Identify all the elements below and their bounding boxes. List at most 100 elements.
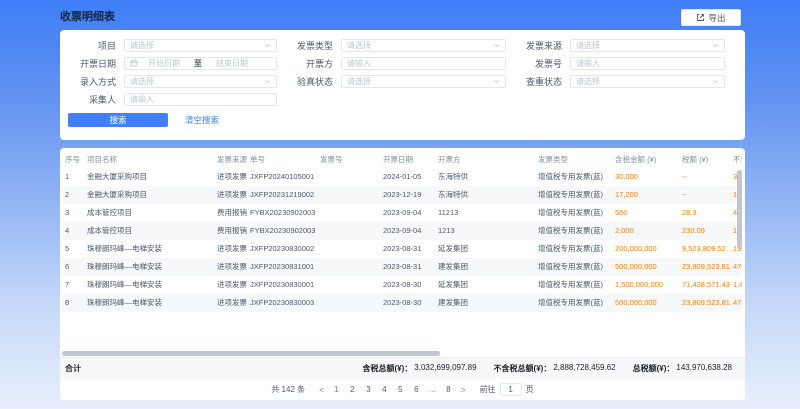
invoice-no-input[interactable]: 请输入 — [570, 57, 725, 70]
table-row[interactable]: 5珠穆朗玛峰—电梯安装进项发票JXFP202308300022023-08-31… — [62, 240, 742, 258]
table-cell: 5 — [62, 244, 87, 254]
horizontal-scrollbar[interactable] — [62, 351, 440, 356]
table-cell: 金融大厦采购项目 — [87, 190, 217, 200]
table-cell: 200,000,000 — [615, 244, 682, 254]
table-cell: 延发集团 — [438, 280, 538, 290]
pagination-next-button[interactable]: > — [456, 385, 469, 395]
table-cell: FYBX20230902003 — [250, 226, 320, 236]
summary-item: 含税总额(¥)：3,032,699,097.89 — [362, 363, 476, 374]
project-label: 项目 — [60, 39, 116, 52]
table-header-row: 序号项目名称发票来源单号发票号开票日期开票方发票类型含税金额 (¥)税额 (¥)… — [62, 151, 742, 168]
pagination-page[interactable]: 3 — [360, 383, 376, 397]
table-row[interactable]: 8珠穆朗玛峰—电梯安装进项发票JXFP202308300032023-08-30… — [62, 294, 742, 312]
verify-status-select[interactable]: 请选择 — [341, 75, 506, 88]
pagination-prev-button[interactable]: < — [315, 385, 328, 395]
table-row[interactable]: 6珠穆朗玛峰—电梯安装进项发票JXFP202308310012023-08-31… — [62, 258, 742, 276]
chevron-down-icon — [493, 78, 500, 85]
table-cell: 东海特供 — [438, 172, 538, 182]
table-cell: 珠穆朗玛峰—电梯安装 — [87, 280, 217, 290]
collector-input[interactable]: 请输入 — [124, 93, 277, 106]
summary-item-label: 总税额(¥)： — [633, 363, 675, 374]
table-row[interactable]: 7珠穆朗玛峰—电梯安装进项发票JXFP202308300012023-08-30… — [62, 276, 742, 294]
summary-item-value: 143,970,638.28 — [676, 363, 732, 374]
table-cell: 71,428,571.43 — [682, 280, 733, 290]
table-cell: 500,000,000 — [615, 262, 682, 272]
column-header: 发票号 — [320, 154, 383, 165]
table-row[interactable]: 3成本管控项目费用报销FYBX202309020032023-09-041121… — [62, 204, 742, 222]
chevron-down-icon — [493, 42, 500, 49]
table-cell: 东海特供 — [438, 190, 538, 200]
column-header: 开票日期 — [383, 154, 438, 165]
table-cell: 2 — [62, 190, 87, 200]
table-cell: JXFP20230831001 — [250, 262, 320, 272]
invoice-table-panel: 序号项目名称发票来源单号发票号开票日期开票方发票类型含税金额 (¥)税额 (¥)… — [60, 148, 745, 400]
table-cell: 进项发票 — [217, 280, 250, 290]
summary-item: 总税额(¥)：143,970,638.28 — [633, 363, 732, 374]
pagination-goto-input[interactable] — [500, 383, 522, 396]
pagination-page[interactable]: 8 — [440, 383, 456, 397]
table-cell: 成本管控项目 — [87, 208, 217, 218]
column-header: 发票来源 — [217, 154, 250, 165]
summary-items: 含税总额(¥)：3,032,699,097.89不含税总额(¥)：2,888,7… — [362, 363, 732, 374]
table-cell: 进项发票 — [217, 298, 250, 308]
entry-method-select[interactable]: 请选择 — [124, 75, 277, 88]
table-row[interactable]: 4成本管控项目费用报销FYBX202309020032023-09-041213… — [62, 222, 742, 240]
table-cell: 增值税专用发票(蓝) — [538, 226, 615, 236]
table-cell: 6 — [62, 262, 87, 272]
table-cell: 1,500,000,000 — [615, 280, 682, 290]
table-cell: 珠穆朗玛峰—电梯安装 — [87, 244, 217, 254]
vertical-scrollbar[interactable] — [737, 170, 742, 248]
pagination-page[interactable]: 6 — [408, 383, 424, 397]
table-cell: 17,200 — [615, 190, 682, 200]
table-cell: 珠穆朗玛峰—电梯安装 — [87, 298, 217, 308]
pagination-ellipsis: ... — [424, 383, 440, 397]
dup-status-select[interactable]: 请选择 — [570, 75, 725, 88]
table-cell: 11213 — [438, 208, 538, 218]
export-button[interactable]: 导出 — [681, 9, 741, 26]
pagination-page[interactable]: 4 — [376, 383, 392, 397]
table-cell: 2023-09-04 — [383, 208, 438, 218]
table-body: 1金融大厦采购项目进项发票JXFP202401050012024-01-05东海… — [62, 168, 742, 312]
pagination-page[interactable]: 1 — [328, 383, 344, 397]
chevron-down-icon — [264, 42, 271, 49]
project-select[interactable]: 请选择 — [124, 39, 277, 52]
column-header: 序号 — [62, 154, 87, 165]
table-cell: 23,809,523.81 — [682, 262, 733, 272]
table-cell: 30,000 — [615, 172, 682, 182]
table-cell: JXFP20240105001 — [250, 172, 320, 182]
table-cell: 进项发票 — [217, 190, 250, 200]
table-cell: 8 — [62, 298, 87, 308]
invoice-date-range[interactable]: 开始日期 至 结束日期 — [124, 57, 277, 70]
search-button[interactable]: 搜索 — [68, 113, 168, 127]
table-cell: 4 — [62, 226, 87, 236]
table-cell: 增值税专用发票(蓝) — [538, 262, 615, 272]
table-cell: 进项发票 — [217, 172, 250, 182]
table-cell: 珠穆朗玛峰—电梯安装 — [87, 262, 217, 272]
invoice-type-select[interactable]: 请选择 — [341, 39, 506, 52]
table-cell: -- — [682, 190, 733, 200]
table-row[interactable]: 2金融大厦采购项目进项发票JXFP20231219002 2023-12-19东海… — [62, 186, 742, 204]
table-cell: 2023-12-19 — [383, 190, 438, 200]
table-row[interactable]: 1金融大厦采购项目进项发票JXFP202401050012024-01-05东海… — [62, 168, 742, 186]
clear-search-link[interactable]: 清空搜索 — [185, 114, 219, 126]
column-header: 税额 (¥) — [682, 154, 733, 165]
issuer-input[interactable]: 请输入 — [341, 57, 506, 70]
table-cell: 1213 — [438, 226, 538, 236]
table-cell: 2023-08-30 — [383, 280, 438, 290]
pagination-page[interactable]: 5 — [392, 383, 408, 397]
filter-panel: 项目 请选择 发票类型 请选择 发票来源 请选择 — [60, 30, 745, 140]
summary-item-label: 不含税总额(¥)： — [494, 363, 552, 374]
pagination-page[interactable]: 2 — [344, 383, 360, 397]
column-header: 项目名称 — [87, 154, 217, 165]
table-cell: JXFP20231219002 — [250, 190, 320, 200]
dup-status-label: 查重状态 — [506, 75, 562, 88]
table-cell: 2023-09-04 — [383, 226, 438, 236]
column-header: 含税金额 (¥) — [615, 154, 682, 165]
table-cell: 增值税专用发票(蓝) — [538, 172, 615, 182]
table-cell: 金融大厦采购项目 — [87, 172, 217, 182]
table-cell: 费用报销 — [217, 208, 250, 218]
invoice-source-select[interactable]: 请选择 — [570, 39, 725, 52]
table-cell: 增值税专用发票(蓝) — [538, 190, 615, 200]
table-cell: 476,190,476.19 — [733, 262, 742, 272]
table-cell: 成本管控项目 — [87, 226, 217, 236]
